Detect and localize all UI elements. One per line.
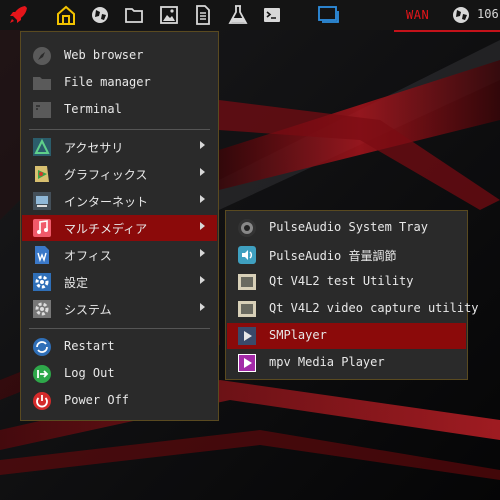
submenu-item-smplayer[interactable]: SMPlayer (227, 323, 466, 349)
chevron-right-icon (200, 168, 205, 176)
globe-icon[interactable] (88, 3, 112, 27)
menu-item-web-browser[interactable]: Web browser (22, 43, 217, 69)
system-icon (32, 299, 52, 319)
application-menu: Web browser File manager Terminal アクセサリ … (20, 31, 219, 421)
compass-icon (32, 46, 52, 66)
submenu-item-qt-v4l2-test[interactable]: Qt V4L2 test Utility (227, 269, 466, 295)
chevron-right-icon (200, 303, 205, 311)
submenu-item-mpv[interactable]: mpv Media Player (227, 350, 466, 376)
submenu-item-pulseaudio-tray[interactable]: PulseAudio System Tray (227, 215, 466, 241)
settings-icon (32, 272, 52, 292)
submenu-item-qt-v4l2-capture[interactable]: Qt V4L2 video capture utility (227, 296, 479, 322)
menu-item-restart[interactable]: Restart (22, 334, 217, 360)
music-icon (32, 218, 52, 238)
menu-item-graphics[interactable]: グラフィックス (22, 161, 217, 187)
chevron-right-icon (200, 222, 205, 230)
document-icon[interactable] (191, 3, 215, 27)
menu-item-terminal[interactable]: Terminal (22, 97, 217, 123)
menu-separator (29, 129, 210, 130)
graphics-icon (32, 164, 52, 184)
network-speed: 106 (477, 7, 499, 21)
home-icon[interactable] (54, 3, 78, 27)
network-globe-icon (449, 3, 473, 27)
multimedia-submenu: PulseAudio System Tray PulseAudio 音量調節 Q… (225, 210, 479, 380)
accessories-icon (32, 137, 52, 157)
menu-item-log-out[interactable]: Log Out (22, 361, 217, 387)
terminal-icon (32, 100, 52, 120)
terminal-icon[interactable] (260, 3, 284, 27)
chevron-right-icon (200, 276, 205, 284)
office-icon (32, 245, 52, 265)
speaker-icon (237, 218, 257, 238)
mpv-icon (237, 353, 257, 373)
chevron-right-icon (200, 141, 205, 149)
menu-item-power-off[interactable]: Power Off (22, 388, 217, 414)
qt-icon (237, 272, 257, 292)
menu-separator (29, 328, 210, 329)
network-label: WAN (406, 8, 430, 22)
submenu-item-pulseaudio-volume[interactable]: PulseAudio 音量調節 (227, 242, 466, 268)
folder-icon (32, 73, 52, 93)
window-icon[interactable] (316, 3, 340, 27)
restart-icon (32, 337, 52, 357)
menu-item-multimedia[interactable]: マルチメディア (22, 215, 217, 241)
wan-indicator-line (394, 30, 500, 32)
volume-icon (237, 245, 257, 265)
menu-item-accessories[interactable]: アクセサリ (22, 134, 217, 160)
chevron-right-icon (200, 249, 205, 257)
rocket-icon[interactable] (6, 3, 30, 27)
smplayer-icon (237, 326, 257, 346)
menu-item-settings[interactable]: 設定 (22, 269, 217, 295)
qt-icon (237, 299, 257, 319)
flask-icon[interactable] (226, 3, 250, 27)
folder-icon[interactable] (122, 3, 146, 27)
top-panel: WAN 106 (0, 0, 500, 32)
network-icon (32, 191, 52, 211)
menu-item-system[interactable]: システム (22, 296, 217, 322)
menu-item-internet[interactable]: インターネット (22, 188, 217, 214)
logout-icon (32, 364, 52, 384)
menu-item-file-manager[interactable]: File manager (22, 70, 217, 96)
chevron-right-icon (200, 195, 205, 203)
power-icon (32, 391, 52, 411)
menu-item-office[interactable]: オフィス (22, 242, 217, 268)
image-icon[interactable] (157, 3, 181, 27)
